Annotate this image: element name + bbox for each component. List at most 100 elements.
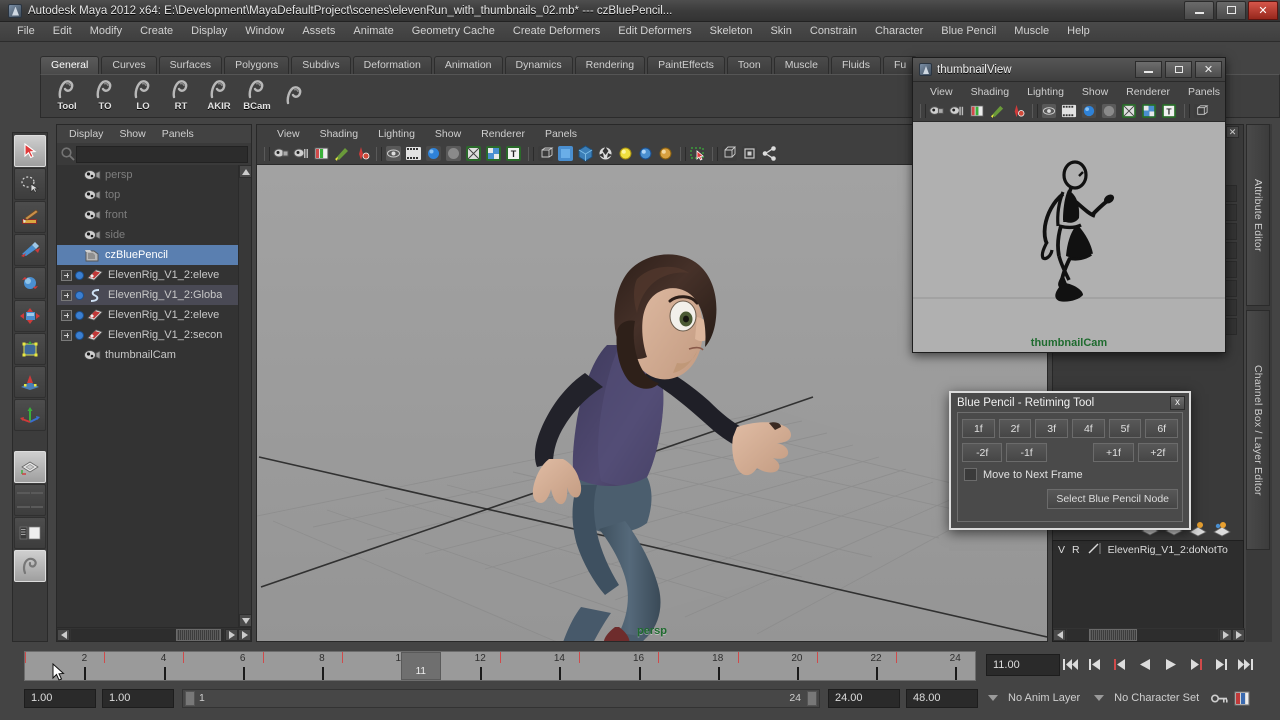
shelf-tab-deformation[interactable]: Deformation	[353, 56, 432, 74]
dock-close-button[interactable]: ✕	[1226, 126, 1239, 138]
outliner-row[interactable]: top	[57, 185, 251, 205]
menu-item-character[interactable]: Character	[866, 22, 932, 41]
menu-item-edit-deformers[interactable]: Edit Deformers	[609, 22, 700, 41]
wireframe-icon[interactable]	[385, 145, 402, 162]
scroll-right-icon-2[interactable]	[238, 629, 251, 641]
play-backwards-icon[interactable]	[1137, 657, 1154, 673]
smooth-mesh-icon[interactable]	[577, 145, 594, 162]
play-forwards-icon[interactable]	[1162, 657, 1179, 673]
shelf-tab-fluids[interactable]: Fluids	[831, 56, 881, 74]
select-camera-icon[interactable]	[273, 145, 290, 162]
thumbnail-maximize-button[interactable]	[1165, 61, 1192, 78]
tw-paint-effects-icon[interactable]	[989, 103, 1006, 120]
chevron-down-icon[interactable]	[988, 695, 998, 701]
shelf-tab-dynamics[interactable]: Dynamics	[505, 56, 573, 74]
go-to-end-icon[interactable]	[1237, 657, 1254, 673]
anim-end-field[interactable]: 48.00	[906, 689, 978, 708]
layer-visibility-toggle[interactable]: V	[1058, 544, 1065, 556]
outliner-horizontal-scrollbar[interactable]	[57, 627, 251, 641]
hscroll-track[interactable]	[71, 629, 224, 641]
outliner-vertical-scrollbar[interactable]	[238, 165, 251, 627]
menu-item-muscle[interactable]: Muscle	[1005, 22, 1058, 41]
character-set-dropdown[interactable]	[1094, 695, 1108, 701]
range-right-handle[interactable]	[807, 691, 817, 706]
menu-item-modify[interactable]: Modify	[81, 22, 131, 41]
tw-wireframe-on-shaded-icon[interactable]	[1121, 103, 1138, 120]
menu-item-create[interactable]: Create	[131, 22, 182, 41]
menu-item-skin[interactable]: Skin	[761, 22, 800, 41]
scale-tool[interactable]	[14, 300, 46, 332]
anim-start-field[interactable]: 1.00	[24, 689, 96, 708]
outliner-row[interactable]: side	[57, 225, 251, 245]
thumbnail-menu-show[interactable]: Show	[1073, 86, 1117, 98]
scroll-down-icon[interactable]	[239, 614, 251, 627]
viewport-menu-renderer[interactable]: Renderer	[471, 128, 535, 140]
retiming-plus1f-button[interactable]: +1f	[1093, 443, 1133, 462]
image-plane-icon[interactable]	[313, 145, 330, 162]
layer-scroll-left-icon[interactable]	[1053, 629, 1066, 641]
viewport-menu-panels[interactable]: Panels	[535, 128, 587, 140]
expand-toggle-icon[interactable]	[61, 290, 72, 301]
all-lights-icon[interactable]	[617, 145, 634, 162]
outliner-row[interactable]: ElevenRig_V1_2:eleve	[57, 265, 251, 285]
tab-attribute-editor[interactable]: Attribute Editor	[1246, 124, 1270, 306]
playback-end-field[interactable]: 24.00	[828, 689, 900, 708]
tab-channel-box-layer-editor[interactable]: Channel Box / Layer Editor	[1246, 310, 1270, 550]
layer-membership-icon[interactable]	[1188, 521, 1208, 537]
expand-toggle-icon[interactable]	[61, 270, 72, 281]
minimize-button[interactable]	[1184, 1, 1214, 20]
single-perspective-layout[interactable]	[14, 451, 46, 483]
universal-manipulator-tool[interactable]	[14, 333, 46, 365]
tw-film-gate-icon[interactable]	[1061, 103, 1078, 120]
shelf-button-tool[interactable]: Tool	[49, 76, 85, 116]
maximize-button[interactable]	[1216, 1, 1246, 20]
thumbnail-close-button[interactable]: ✕	[1195, 61, 1222, 78]
layer-hscroll-thumb[interactable]	[1089, 629, 1137, 641]
shelf-button-to[interactable]: TO	[87, 76, 123, 116]
close-button[interactable]: ✕	[1248, 1, 1278, 20]
chevron-down-icon-2[interactable]	[1094, 695, 1104, 701]
layer-horizontal-scrollbar[interactable]	[1053, 628, 1245, 641]
range-slider-bar[interactable]: 1 24	[182, 689, 820, 708]
outliner-row[interactable]: front	[57, 205, 251, 225]
shelf-tab-rendering[interactable]: Rendering	[575, 56, 645, 74]
scroll-up-icon[interactable]	[239, 165, 251, 178]
menu-item-geometry-cache[interactable]: Geometry Cache	[403, 22, 504, 41]
hardware-texturing-icon[interactable]	[485, 145, 502, 162]
view-bounding-box-icon[interactable]	[741, 145, 758, 162]
outliner-tree[interactable]: persptopfrontsideczBluePencilElevenRig_V…	[57, 165, 251, 627]
outliner-row[interactable]: czBluePencil	[57, 245, 251, 265]
hscroll-thumb[interactable]	[176, 629, 221, 641]
retiming-minus2f-button[interactable]: -2f	[962, 443, 1002, 462]
isolate-select-icon[interactable]	[689, 145, 706, 162]
tw-image-plane-icon[interactable]	[969, 103, 986, 120]
step-forward-keyframe-icon[interactable]	[1212, 657, 1229, 673]
display-settings-icon[interactable]	[597, 145, 614, 162]
lasso-select-tool[interactable]	[14, 168, 46, 200]
thumbnail-menu-shading[interactable]: Shading	[962, 86, 1019, 98]
shelf-tab-muscle[interactable]: Muscle	[774, 56, 829, 74]
current-time-indicator[interactable]: 11	[401, 652, 441, 680]
tw-wireframe-icon[interactable]	[1041, 103, 1058, 120]
shelf-button-bcam[interactable]: BCam	[239, 76, 275, 116]
scroll-right-icon[interactable]	[225, 629, 238, 641]
go-to-start-icon[interactable]	[1062, 657, 1079, 673]
retiming-4f-button[interactable]: 4f	[1072, 419, 1105, 438]
select-blue-pencil-node-button[interactable]: Select Blue Pencil Node	[1047, 489, 1178, 509]
soft-modification-tool[interactable]	[14, 366, 46, 398]
retiming-5f-button[interactable]: 5f	[1109, 419, 1142, 438]
default-light-icon[interactable]	[637, 145, 654, 162]
shelf-tab-surfaces[interactable]: Surfaces	[159, 56, 222, 74]
menu-item-animate[interactable]: Animate	[344, 22, 402, 41]
wireframe-on-shaded-icon[interactable]	[465, 145, 482, 162]
outliner-row[interactable]: ElevenRig_V1_2:secon	[57, 325, 251, 345]
expand-toggle-icon[interactable]	[61, 310, 72, 321]
retiming-close-button[interactable]: x	[1170, 396, 1185, 410]
shadows-icon[interactable]	[657, 145, 674, 162]
retiming-plus2f-button[interactable]: +2f	[1138, 443, 1178, 462]
layer-scroll-right-icon-2[interactable]	[1232, 629, 1245, 641]
thumbnail-menu-view[interactable]: View	[921, 86, 962, 98]
layer-scroll-right-icon[interactable]	[1219, 629, 1232, 641]
key-icon[interactable]	[1211, 692, 1228, 705]
menu-item-blue-pencil[interactable]: Blue Pencil	[932, 22, 1005, 41]
